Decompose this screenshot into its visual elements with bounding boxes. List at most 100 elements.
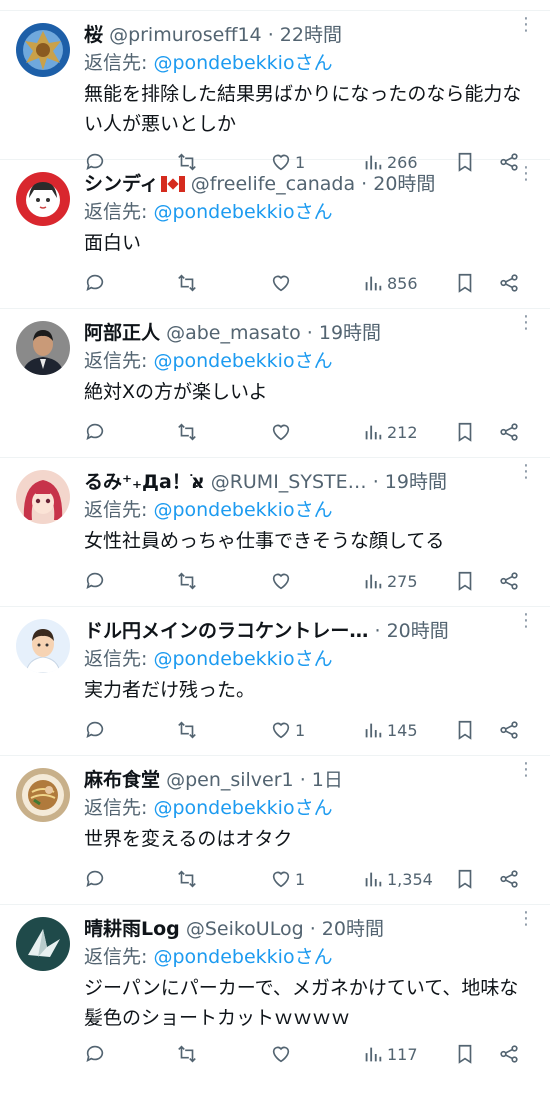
reply-item[interactable]: 阿部正人 @abe_masato · 19時間 返信先: @pondebekki… (0, 309, 550, 458)
more-options-icon[interactable]: ⋮ (516, 164, 536, 184)
views-button[interactable]: 145 (362, 715, 418, 745)
user-handle[interactable]: @freelife_canada (191, 173, 355, 195)
share-button[interactable] (498, 864, 520, 894)
tweet-header: 麻布食堂 @pen_silver1 · 1日 (84, 766, 534, 794)
timestamp[interactable]: 22時間 (280, 24, 342, 46)
reply-to-mention[interactable]: @pondebekkioさん (153, 201, 332, 223)
share-button[interactable] (498, 1039, 520, 1069)
timestamp[interactable]: 20時間 (387, 620, 449, 642)
reply-button[interactable] (84, 864, 106, 894)
retweet-button[interactable] (176, 268, 198, 298)
avatar[interactable] (16, 172, 70, 226)
bookmark-button[interactable] (454, 864, 476, 894)
display-name[interactable]: 晴耕雨Log (84, 918, 180, 940)
share-button[interactable] (498, 566, 520, 596)
like-button[interactable]: 1 (270, 715, 305, 745)
timestamp[interactable]: 20時間 (322, 918, 384, 940)
display-name[interactable]: ドル円メインのラコケントレー… (84, 620, 368, 642)
display-name[interactable]: 阿部正人 (84, 322, 160, 344)
user-handle[interactable]: @abe_masato (166, 322, 301, 344)
reply-item[interactable]: 晴耕雨Log @SeikoULog · 20時間 返信先: @pondebekk… (0, 905, 550, 1075)
retweet-icon (178, 721, 196, 739)
reply-feed: 桜 @primuroseff14 · 22時間 返信先: @pondebekki… (0, 0, 550, 1075)
display-name[interactable]: るみ⁺₊Дa！אֹּ (84, 471, 205, 493)
share-icon (500, 1045, 518, 1063)
more-options-icon[interactable]: ⋮ (516, 313, 536, 333)
like-button[interactable] (270, 268, 295, 298)
bookmark-button[interactable] (454, 417, 476, 447)
more-options-icon[interactable]: ⋮ (516, 15, 536, 35)
avatar[interactable] (16, 321, 70, 375)
views-icon (365, 574, 382, 589)
reply-to-mention[interactable]: @pondebekkioさん (153, 797, 332, 819)
views-button[interactable]: 117 (362, 1039, 418, 1069)
reply-item[interactable]: シンディ @freelife_canada · 20時間 返信先: @ponde… (0, 160, 550, 309)
bookmark-button[interactable] (454, 715, 476, 745)
like-button[interactable] (270, 417, 295, 447)
tweet-text: 絶対Xの方が楽しいよ (84, 381, 268, 403)
tweet-text: ジーパンにパーカーで、メガネかけていて、地味な髪色のショートカットｗｗｗｗ (84, 977, 519, 1029)
bookmark-button[interactable] (454, 566, 476, 596)
reply-item[interactable]: 麻布食堂 @pen_silver1 · 1日 返信先: @pondebekkio… (0, 756, 550, 905)
tweet-header: ドル円メインのラコケントレー… · 20時間 (84, 617, 534, 645)
retweet-button[interactable] (176, 864, 198, 894)
timestamp[interactable]: 19時間 (319, 322, 381, 344)
more-options-icon[interactable]: ⋮ (516, 611, 536, 631)
timestamp[interactable]: 19時間 (385, 471, 447, 493)
views-button[interactable]: 1,354 (362, 864, 433, 894)
heart-icon (272, 424, 290, 441)
timestamp[interactable]: 20時間 (373, 173, 435, 195)
user-handle[interactable]: @pen_silver1 (166, 769, 294, 791)
reply-button[interactable] (84, 715, 106, 745)
reply-item[interactable]: 桜 @primuroseff14 · 22時間 返信先: @pondebekki… (0, 11, 550, 172)
share-button[interactable] (498, 715, 520, 745)
view-count: 212 (387, 422, 418, 442)
user-handle[interactable]: @RUMI_SYSTE… (211, 471, 367, 493)
avatar[interactable] (16, 619, 70, 673)
reply-item[interactable]: るみ⁺₊Дa！אֹּ @RUMI_SYSTE… · 19時間 返信先: @pon… (0, 458, 550, 607)
like-button[interactable] (270, 1039, 295, 1069)
retweet-button[interactable] (176, 715, 198, 745)
reply-button[interactable] (84, 566, 106, 596)
reply-button[interactable] (84, 417, 106, 447)
avatar[interactable] (16, 23, 70, 77)
bookmark-button[interactable] (454, 1039, 476, 1069)
share-button[interactable] (498, 417, 520, 447)
views-button[interactable]: 212 (362, 417, 418, 447)
view-count: 275 (387, 571, 418, 591)
tweet-text: 面白い (84, 232, 142, 254)
reply-button[interactable] (84, 1039, 106, 1069)
separator-dot: · (374, 620, 381, 642)
tweet-header: 阿部正人 @abe_masato · 19時間 (84, 319, 534, 347)
display-name[interactable]: 麻布食堂 (84, 769, 160, 791)
views-button[interactable]: 275 (362, 566, 418, 596)
reply-to-mention[interactable]: @pondebekkioさん (153, 350, 332, 372)
retweet-button[interactable] (176, 1039, 198, 1069)
reply-button[interactable] (84, 268, 106, 298)
reply-item[interactable]: ドル円メインのラコケントレー… · 20時間 返信先: @pondebekkio… (0, 607, 550, 756)
retweet-button[interactable] (176, 566, 198, 596)
retweet-button[interactable] (176, 417, 198, 447)
share-button[interactable] (498, 268, 520, 298)
avatar[interactable] (16, 917, 70, 971)
avatar[interactable] (16, 768, 70, 822)
views-button[interactable]: 856 (362, 268, 418, 298)
avatar[interactable] (16, 470, 70, 524)
reply-to-line: 返信先: @pondebekkioさん (84, 794, 534, 822)
reply-to-mention[interactable]: @pondebekkioさん (153, 499, 332, 521)
reply-to-mention[interactable]: @pondebekkioさん (153, 946, 332, 968)
more-options-icon[interactable]: ⋮ (516, 909, 536, 929)
bookmark-icon (458, 571, 472, 591)
like-button[interactable] (270, 566, 295, 596)
display-name[interactable]: 桜 (84, 24, 103, 46)
more-options-icon[interactable]: ⋮ (516, 462, 536, 482)
user-handle[interactable]: @SeikoULog (186, 918, 304, 940)
reply-to-mention[interactable]: @pondebekkioさん (153, 648, 332, 670)
like-button[interactable]: 1 (270, 864, 305, 894)
display-name[interactable]: シンディ (84, 173, 159, 195)
bookmark-button[interactable] (454, 268, 476, 298)
more-options-icon[interactable]: ⋮ (516, 760, 536, 780)
user-handle[interactable]: @primuroseff14 (109, 24, 262, 46)
timestamp[interactable]: 1日 (312, 769, 343, 791)
reply-to-mention[interactable]: @pondebekkioさん (153, 52, 332, 74)
